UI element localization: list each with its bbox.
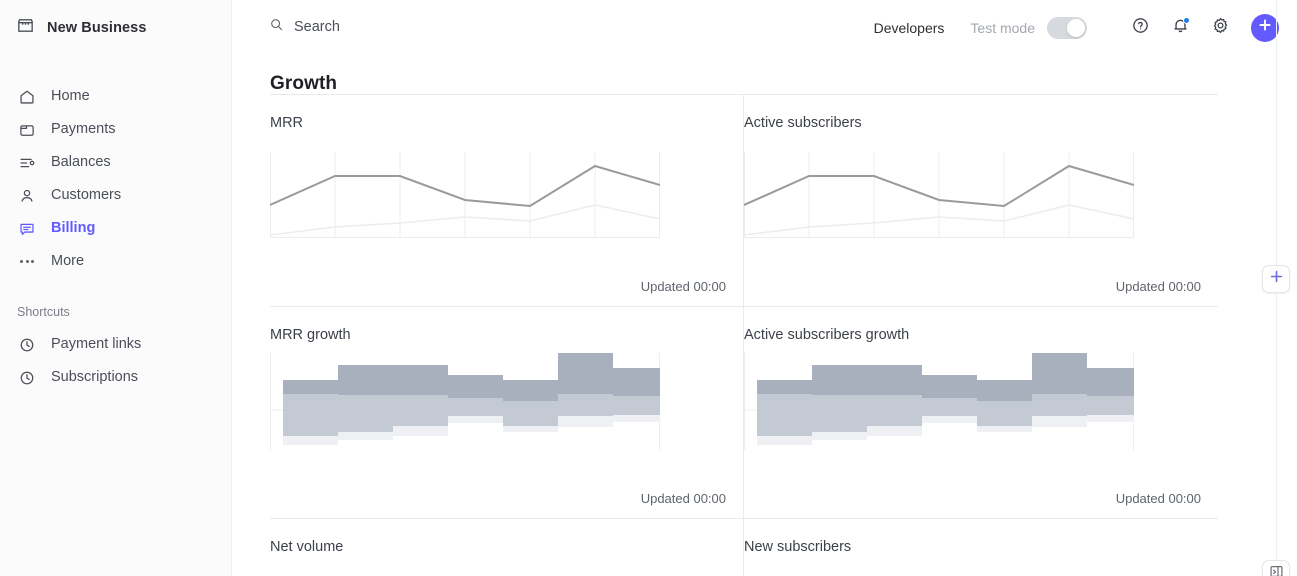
sidebar-item-label: Billing xyxy=(51,220,96,237)
mrr-line-chart xyxy=(270,152,660,238)
rail-collapse-button[interactable] xyxy=(1262,560,1290,576)
sidebar-nav: Home Payments Balances Customers Billing… xyxy=(0,80,232,278)
sidebar-shortcut-payment-links[interactable]: Payment links xyxy=(0,328,232,361)
sidebar-item-home[interactable]: Home xyxy=(0,80,232,113)
card-active-subscribers[interactable]: Active subscribers Updated 00:00 xyxy=(744,95,1218,307)
brand[interactable]: New Business xyxy=(16,14,147,42)
toggle-knob xyxy=(1067,18,1085,37)
panel-collapse-icon xyxy=(1269,564,1284,576)
settings-button[interactable] xyxy=(1203,11,1237,45)
shortcuts-heading: Shortcuts xyxy=(17,305,70,319)
sidebar-item-customers[interactable]: Customers xyxy=(0,179,232,212)
sidebar-item-billing[interactable]: Billing xyxy=(0,212,232,245)
card-title: Active subscribers xyxy=(744,115,862,131)
main-content: Growth MRR Updated 00:00 Active subscrib… xyxy=(232,55,1297,576)
sidebar-item-label: More xyxy=(51,253,85,270)
sidebar-item-payments[interactable]: Payments xyxy=(0,113,232,146)
test-mode-control: Test mode xyxy=(970,16,1087,39)
billing-icon xyxy=(17,219,37,239)
clock-icon xyxy=(17,335,37,355)
wallet-icon xyxy=(17,120,37,140)
card-mrr-growth[interactable]: MRR growth Updated 00:00 xyxy=(270,307,744,519)
top-header: Search Developers Test mode xyxy=(232,0,1297,55)
card-updated: Updated 00:00 xyxy=(1115,279,1201,294)
card-title: New subscribers xyxy=(744,539,852,555)
card-updated: Updated 00:00 xyxy=(640,279,726,294)
metrics-row: MRR Updated 00:00 Active subscribers Upd… xyxy=(270,95,1218,307)
card-active-subscribers-growth[interactable]: Active subscribers growth Updated 00:00 xyxy=(744,307,1218,519)
active-subscribers-line-chart xyxy=(744,152,1134,238)
card-mrr[interactable]: MRR Updated 00:00 xyxy=(270,95,744,307)
metrics-row: Net volume New subscribers xyxy=(270,519,1218,576)
sidebar-shortcuts: Payment links Subscriptions xyxy=(0,328,232,394)
active-subscribers-growth-bar-chart xyxy=(744,353,1134,450)
clock-icon xyxy=(17,368,37,388)
ellipsis-icon xyxy=(17,252,37,272)
app-root: New Business Home Payments Balances Cust… xyxy=(0,0,1297,576)
sidebar-shortcut-label: Subscriptions xyxy=(51,369,139,386)
sidebar-item-label: Balances xyxy=(51,154,111,171)
card-updated: Updated 00:00 xyxy=(640,491,726,506)
sidebar-item-label: Home xyxy=(51,88,90,105)
sidebar-shortcut-label: Payment links xyxy=(51,336,142,353)
test-mode-toggle[interactable] xyxy=(1047,16,1087,39)
person-icon xyxy=(17,186,37,206)
notification-badge xyxy=(1183,16,1190,24)
plus-icon xyxy=(1258,18,1272,37)
home-icon xyxy=(17,87,37,107)
sidebar-item-balances[interactable]: Balances xyxy=(0,146,232,179)
sidebar-item-more[interactable]: More xyxy=(0,245,232,278)
page-title: Growth xyxy=(270,72,338,94)
card-updated: Updated 00:00 xyxy=(1115,491,1201,506)
create-button[interactable] xyxy=(1251,13,1279,42)
notifications-button[interactable] xyxy=(1163,11,1197,45)
card-title: Active subscribers growth xyxy=(744,327,910,343)
card-new-subscribers[interactable]: New subscribers xyxy=(744,519,1218,576)
brand-name: New Business xyxy=(47,20,147,36)
rail-add-button[interactable] xyxy=(1262,265,1290,293)
plus-icon xyxy=(1269,269,1284,289)
storefront-icon xyxy=(16,16,35,40)
balances-icon xyxy=(17,153,37,173)
developers-link[interactable]: Developers xyxy=(874,20,945,36)
sidebar: New Business Home Payments Balances Cust… xyxy=(0,0,232,576)
help-button[interactable] xyxy=(1123,11,1157,45)
metrics-row: MRR growth Updated 00:00 Active subscrib… xyxy=(270,307,1218,519)
search-placeholder: Search xyxy=(294,19,340,35)
card-title: MRR xyxy=(270,115,304,131)
card-title: MRR growth xyxy=(270,327,351,343)
search-input[interactable]: Search xyxy=(269,17,340,37)
help-circle-icon xyxy=(1131,16,1150,40)
sidebar-item-label: Payments xyxy=(51,121,116,138)
mrr-growth-bar-chart xyxy=(270,353,660,450)
card-title: Net volume xyxy=(270,539,344,555)
gear-icon xyxy=(1211,16,1230,40)
sidebar-item-label: Customers xyxy=(51,187,122,204)
header-actions: Developers Test mode xyxy=(874,0,1279,55)
metrics-grid: MRR Updated 00:00 Active subscribers Upd… xyxy=(270,95,1218,576)
card-net-volume[interactable]: Net volume xyxy=(270,519,744,576)
test-mode-label: Test mode xyxy=(970,19,1035,36)
search-icon xyxy=(269,17,284,37)
sidebar-shortcut-subscriptions[interactable]: Subscriptions xyxy=(0,361,232,394)
